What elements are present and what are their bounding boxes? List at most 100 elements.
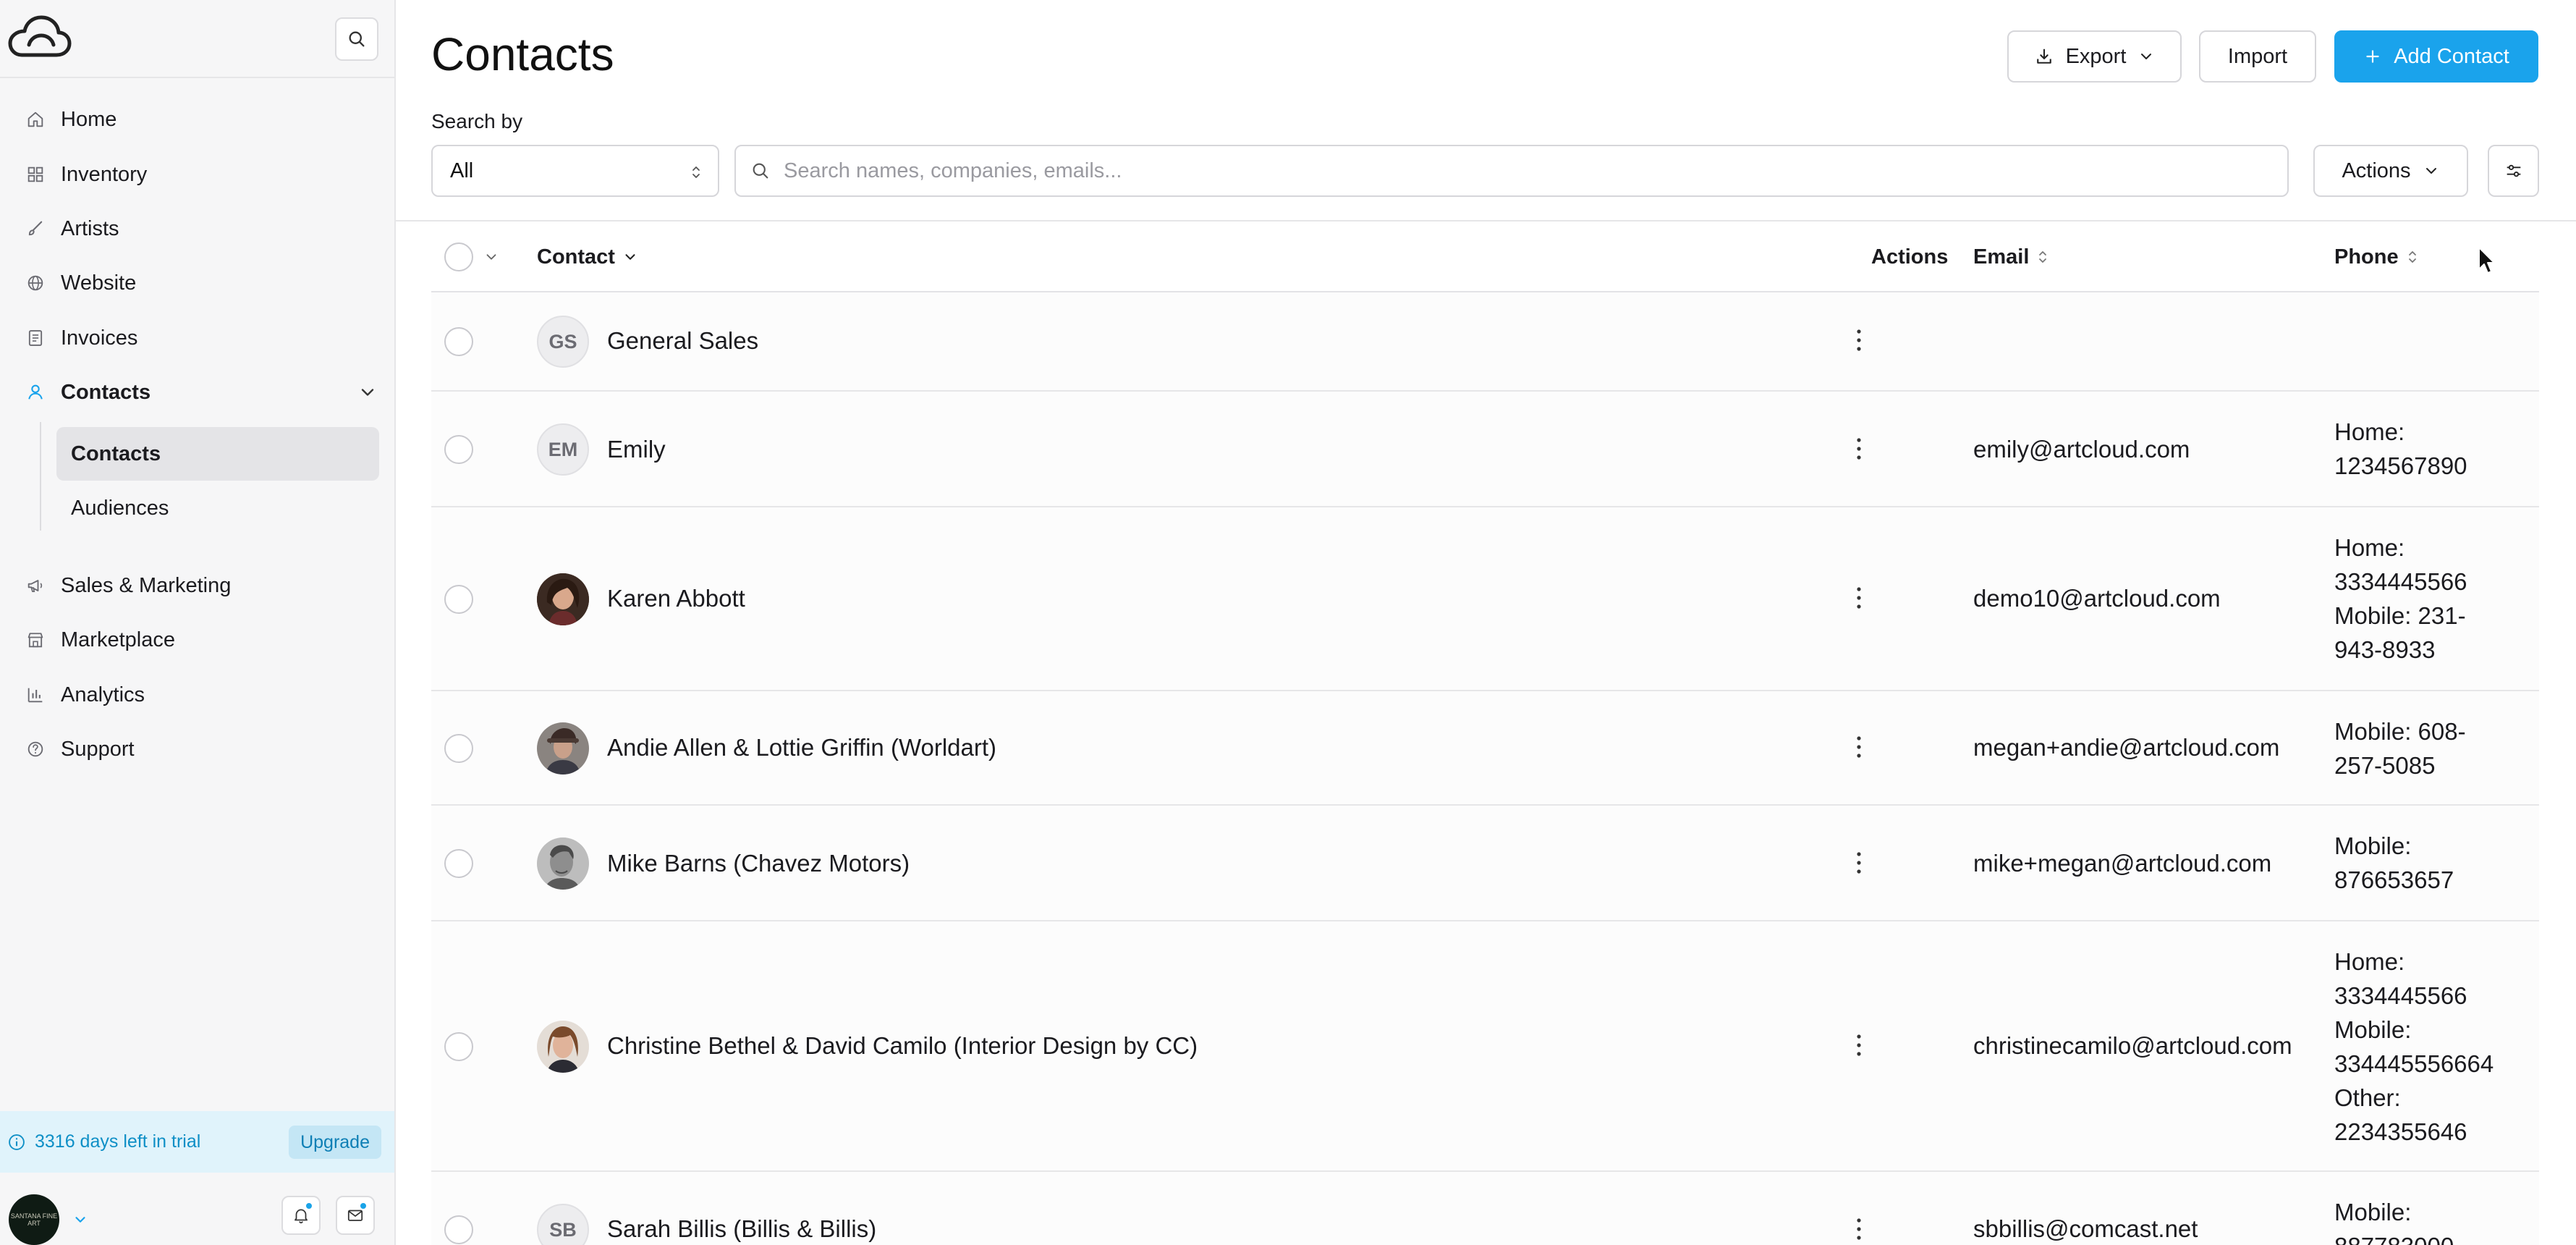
contact-email[interactable]: sbbillis@comcast.net <box>1973 1215 2198 1243</box>
contact-phone: Mobile: 608- 257-5085 <box>2334 714 2466 782</box>
column-header-email[interactable]: Email <box>1973 221 2049 292</box>
contact-email[interactable]: megan+andie@artcloud.com <box>1973 734 2279 761</box>
contact-name[interactable]: Sarah Billis (Billis & Billis) <box>607 1215 876 1243</box>
sidebar-item-inventory[interactable]: Inventory <box>23 151 378 198</box>
column-header-contact[interactable]: Contact <box>537 221 638 292</box>
phone-line: Home: <box>2334 534 2405 561</box>
phone-line: 2234355646 <box>2334 1118 2467 1145</box>
row-checkbox[interactable] <box>444 1032 473 1061</box>
upgrade-button[interactable]: Upgrade <box>289 1126 381 1159</box>
sidebar-item-label: Inventory <box>61 162 148 186</box>
contact-name[interactable]: General Sales <box>607 327 758 355</box>
sidebar-item-marketplace[interactable]: Marketplace <box>23 617 378 663</box>
sidebar-item-website[interactable]: Website <box>23 260 378 306</box>
chevron-down-icon[interactable] <box>72 1212 88 1231</box>
row-checkbox[interactable] <box>444 327 473 356</box>
contact-email[interactable]: demo10@artcloud.com <box>1973 585 2221 612</box>
phone-line: 334445556664 <box>2334 1050 2494 1077</box>
notifications-button[interactable] <box>281 1196 321 1235</box>
filter-settings-button[interactable] <box>2488 145 2539 197</box>
search-input[interactable] <box>784 159 2158 183</box>
table-row[interactable]: GS General Sales <box>431 292 2539 392</box>
sidebar-item-label: Analytics <box>61 683 145 706</box>
sidebar-item-contacts[interactable]: Contacts <box>23 369 378 415</box>
row-checkbox[interactable] <box>444 734 473 763</box>
avatar <box>537 1021 589 1073</box>
org-avatar[interactable]: SANTANA FINE ART <box>9 1194 59 1245</box>
column-label: Actions <box>1871 245 1949 269</box>
sidebar-item-analytics[interactable]: Analytics <box>23 672 378 718</box>
chevron-down-icon[interactable] <box>483 249 499 265</box>
column-label: Contact <box>537 245 615 269</box>
more-vertical-icon[interactable] <box>1854 583 1864 612</box>
phone-line: Mobile: <box>2334 1199 2412 1225</box>
profile-photo <box>537 1021 589 1073</box>
sidebar-item-invoices[interactable]: Invoices <box>23 315 378 361</box>
sort-icon <box>2036 248 2049 266</box>
avatar: SB <box>537 1204 589 1245</box>
search-box <box>734 145 2289 197</box>
table-row[interactable]: Andie Allen & Lottie Griffin (Worldart) … <box>431 691 2539 806</box>
add-contact-label: Add Contact <box>2394 44 2509 68</box>
contact-name[interactable]: Karen Abbott <box>607 585 745 612</box>
more-vertical-icon[interactable] <box>1854 848 1864 877</box>
more-vertical-icon[interactable] <box>1854 1215 1864 1244</box>
row-checkbox[interactable] <box>444 585 473 614</box>
main-content: Contacts Export Import Add Contact Searc… <box>396 0 2576 1245</box>
more-vertical-icon[interactable] <box>1854 326 1864 355</box>
mouse-cursor-icon <box>2478 247 2495 274</box>
more-vertical-icon[interactable] <box>1854 733 1864 761</box>
chevron-down-icon <box>622 249 638 265</box>
sidebar-item-sales-marketing[interactable]: Sales & Marketing <box>23 562 378 609</box>
actions-button[interactable]: Actions <box>2313 145 2468 197</box>
select-all-checkbox[interactable] <box>444 242 473 271</box>
chevron-down-icon[interactable] <box>357 382 378 408</box>
plus-icon <box>2363 47 2382 66</box>
row-checkbox[interactable] <box>444 849 473 878</box>
contact-phone: Home: 1234567890 <box>2334 415 2467 483</box>
row-checkbox[interactable] <box>444 1215 473 1244</box>
row-checkbox[interactable] <box>444 435 473 464</box>
more-vertical-icon[interactable] <box>1854 1031 1864 1060</box>
phone-line: 3334445566 <box>2334 982 2467 1009</box>
updown-chevron-icon <box>687 162 705 188</box>
table-row[interactable]: EM Emily emily@artcloud.com Home: 123456… <box>431 392 2539 507</box>
column-header-phone[interactable]: Phone <box>2334 221 2419 292</box>
more-vertical-icon[interactable] <box>1854 434 1864 463</box>
phone-line: 887783000 <box>2334 1229 2454 1245</box>
sidebar-item-label: Contacts <box>61 380 151 404</box>
artcloud-logo[interactable] <box>6 13 72 62</box>
sidebar-search-button[interactable] <box>335 17 378 61</box>
table-row[interactable]: Christine Bethel & David Camilo (Interio… <box>431 921 2539 1172</box>
contact-email[interactable]: christinecamilo@artcloud.com <box>1973 1032 2292 1060</box>
export-button[interactable]: Export <box>2007 30 2182 83</box>
trial-days-text: 3316 days left in trial <box>35 1131 201 1152</box>
import-button[interactable]: Import <box>2199 30 2316 83</box>
search-by-select[interactable]: All <box>431 145 719 197</box>
sidebar-item-artists[interactable]: Artists <box>23 206 378 252</box>
avatar: EM <box>537 423 589 476</box>
sidebar-item-support[interactable]: Support <box>23 726 378 772</box>
sidebar-item-home[interactable]: Home <box>23 96 378 143</box>
sidebar-subitem-contacts[interactable]: Contacts <box>56 427 379 481</box>
sidebar-item-label: Invoices <box>61 326 138 350</box>
table-row[interactable]: Karen Abbott demo10@artcloud.com Home: 3… <box>431 507 2539 691</box>
contact-name[interactable]: Emily <box>607 436 666 463</box>
column-label: Phone <box>2334 245 2399 269</box>
messages-button[interactable] <box>336 1196 375 1235</box>
sidebar-subitem-audiences[interactable]: Audiences <box>56 481 379 535</box>
select-all-control[interactable] <box>444 221 499 292</box>
contact-email[interactable]: emily@artcloud.com <box>1973 436 2190 463</box>
phone-line: Mobile: <box>2334 832 2412 859</box>
contact-name[interactable]: Mike Barns (Chavez Motors) <box>607 850 910 877</box>
table-row[interactable]: SB Sarah Billis (Billis & Billis) sbbill… <box>431 1172 2539 1245</box>
contact-name[interactable]: Christine Bethel & David Camilo (Interio… <box>607 1032 1198 1060</box>
contact-name[interactable]: Andie Allen & Lottie Griffin (Worldart) <box>607 734 996 761</box>
contact-email[interactable]: mike+megan@artcloud.com <box>1973 850 2271 877</box>
sidebar-item-label: Artists <box>61 216 119 240</box>
page-title: Contacts <box>431 28 614 80</box>
table-row[interactable]: Mike Barns (Chavez Motors) mike+megan@ar… <box>431 806 2539 921</box>
add-contact-button[interactable]: Add Contact <box>2334 30 2538 83</box>
chevron-down-icon <box>2423 162 2440 180</box>
contact-phone: Mobile: 887783000 <box>2334 1195 2454 1245</box>
